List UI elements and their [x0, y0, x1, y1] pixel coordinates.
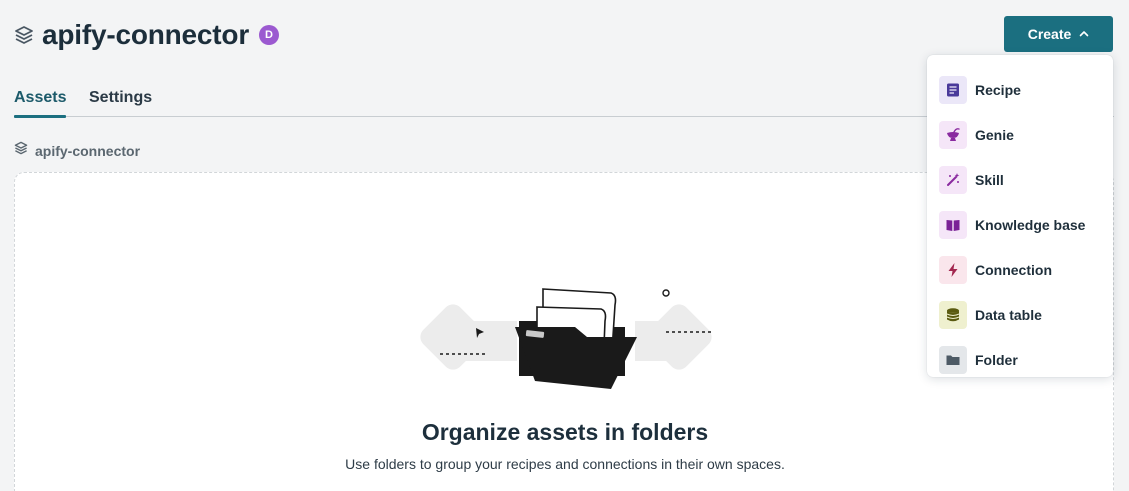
menu-item-connection[interactable]: Connection: [927, 247, 1113, 292]
menu-item-folder[interactable]: Folder: [927, 337, 1113, 382]
chevron-up-icon: [1079, 31, 1089, 37]
create-menu: Recipe Genie Skill Knowledge base Connec…: [927, 55, 1113, 377]
menu-item-genie[interactable]: Genie: [927, 112, 1113, 157]
menu-item-label: Skill: [975, 171, 1004, 188]
folder-illustration: [420, 288, 713, 389]
genie-icon: [939, 120, 967, 149]
owner-avatar[interactable]: D: [259, 25, 280, 45]
lightning-icon: [939, 255, 967, 284]
breadcrumb: apify-connector: [14, 141, 140, 160]
layers-icon: [14, 25, 34, 45]
menu-item-label: Genie: [975, 126, 1014, 143]
menu-item-knowledge-base[interactable]: Knowledge base: [927, 202, 1113, 247]
page-title: apify-connector: [42, 19, 250, 50]
folder-icon: [939, 345, 967, 374]
menu-item-label: Data table: [975, 306, 1042, 323]
menu-item-label: Folder: [975, 351, 1018, 368]
tab-assets[interactable]: Assets: [14, 86, 67, 118]
menu-item-skill[interactable]: Skill: [927, 157, 1113, 202]
menu-item-label: Recipe: [975, 81, 1021, 98]
create-button[interactable]: Create: [1004, 16, 1113, 52]
menu-item-data-table[interactable]: Data table: [927, 292, 1113, 337]
menu-item-label: Knowledge base: [975, 216, 1086, 233]
create-button-label: Create: [1027, 26, 1072, 42]
menu-item-recipe[interactable]: Recipe: [927, 67, 1113, 112]
recipe-icon: [939, 75, 967, 104]
skill-icon: [939, 165, 967, 194]
empty-state-text: Use folders to group your recipes and co…: [345, 456, 785, 472]
breadcrumb-item[interactable]: apify-connector: [35, 143, 140, 159]
menu-item-label: Connection: [975, 261, 1052, 278]
page-header: apify-connector D: [14, 16, 280, 54]
database-icon: [939, 300, 967, 329]
book-icon: [939, 210, 967, 239]
empty-state-title: Organize assets in folders: [421, 419, 709, 445]
tab-settings[interactable]: Settings: [89, 86, 152, 117]
layers-icon: [14, 141, 28, 160]
